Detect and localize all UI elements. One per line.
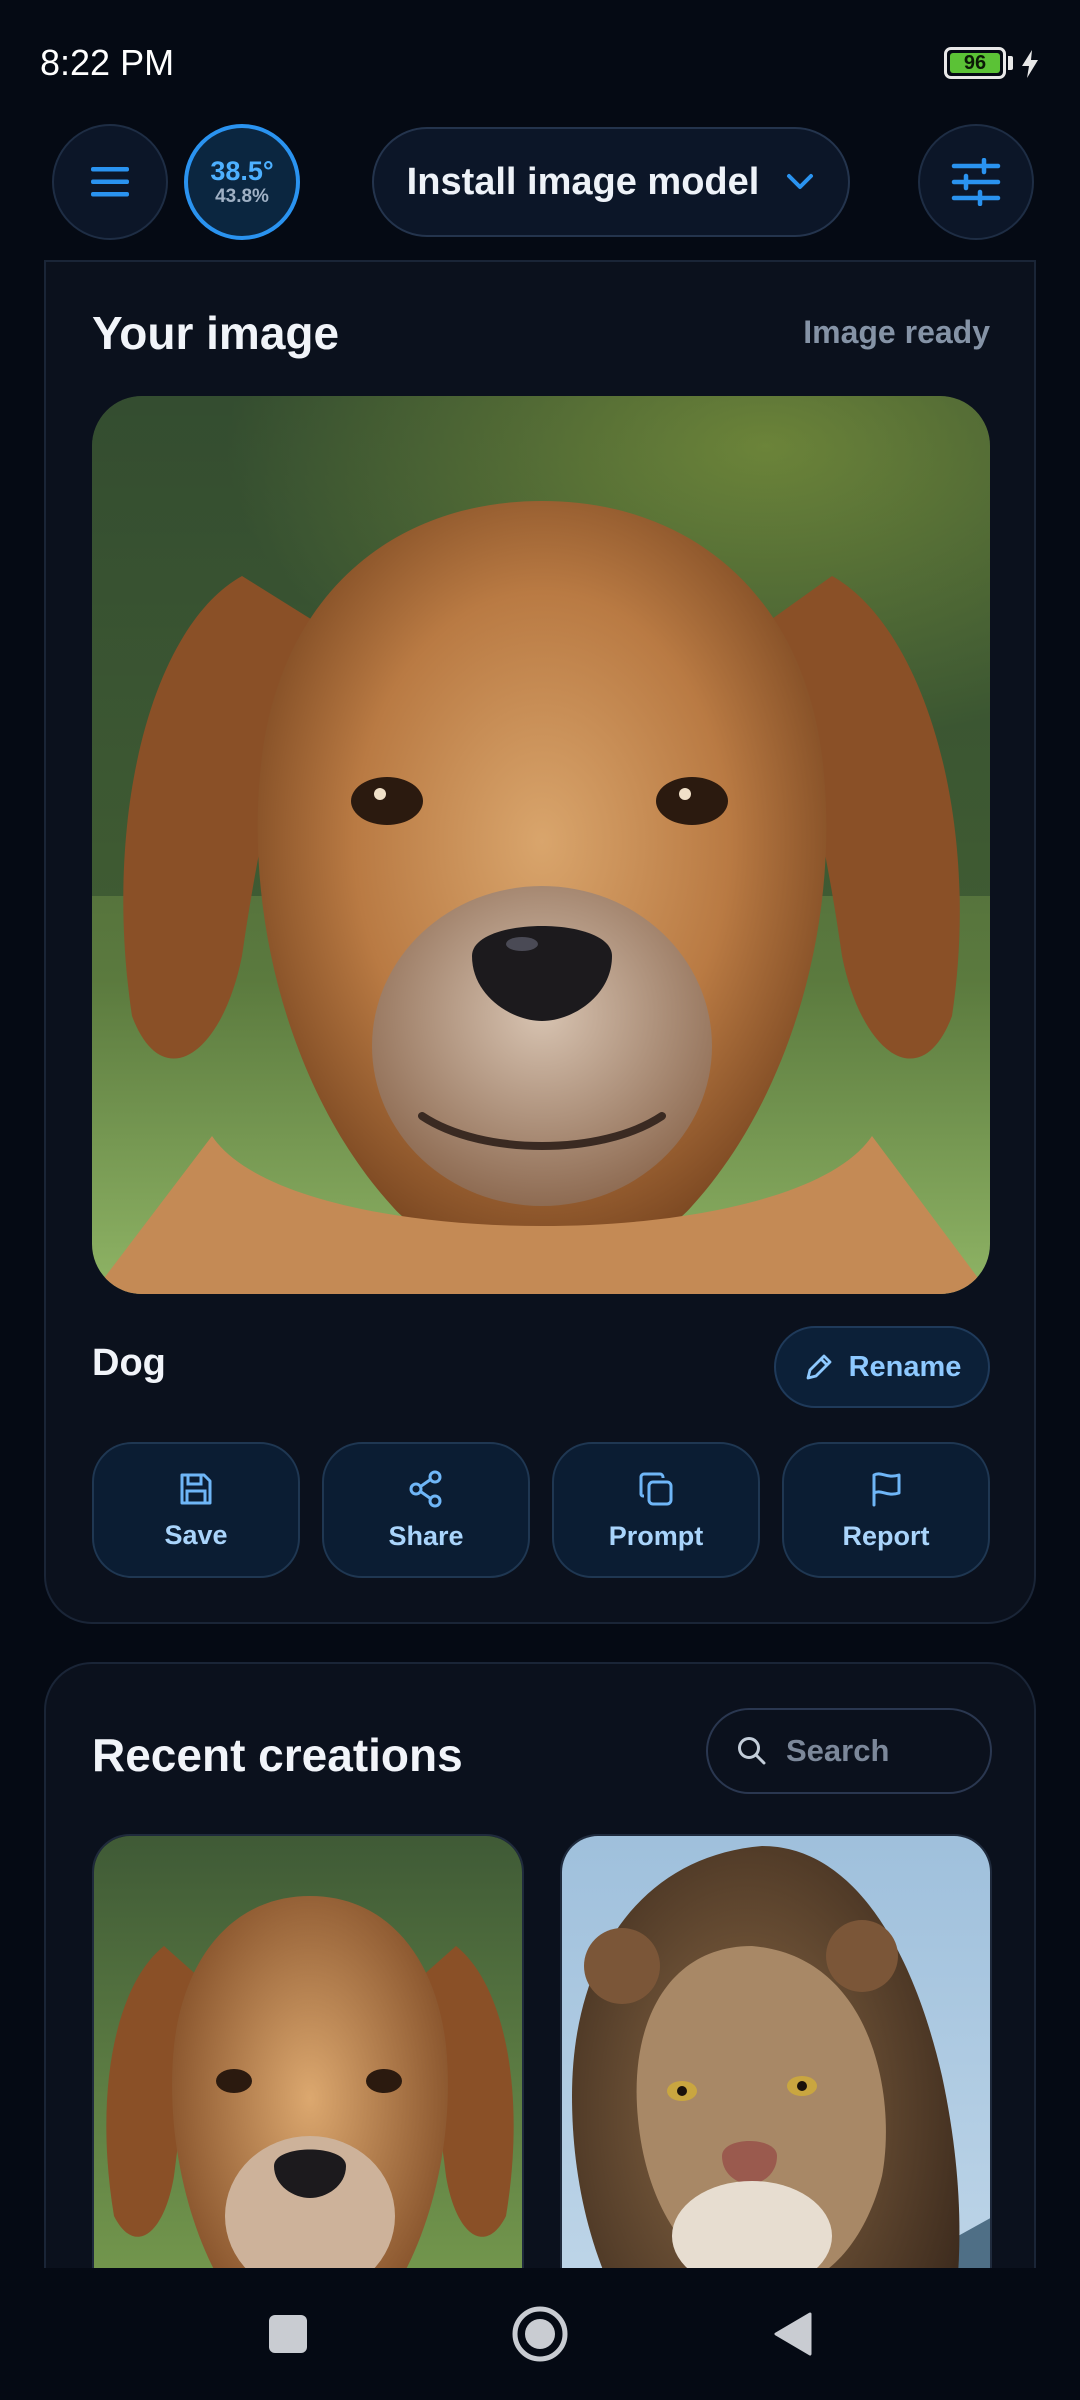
card-title: Your image [92, 307, 340, 359]
recents-button[interactable] [252, 2298, 324, 2370]
image-name: Dog [92, 1342, 166, 1384]
home-button[interactable] [504, 2298, 576, 2370]
home-circle-icon [512, 2306, 568, 2362]
share-label: Share [388, 1520, 464, 1551]
device-temperature-badge[interactable]: 38.5° 43.8% [184, 124, 300, 240]
prompt-label: Prompt [608, 1520, 704, 1551]
status-time: 8:22 PM [40, 42, 175, 83]
back-button[interactable] [756, 2298, 828, 2370]
usage-percent: 43.8% [215, 186, 269, 207]
sliders-icon [951, 158, 1001, 206]
copy-prompt-button[interactable]: Prompt [552, 1442, 760, 1578]
battery-icon: 96 [944, 47, 1006, 79]
back-triangle-icon [774, 2312, 812, 2356]
search-icon [738, 1737, 766, 1765]
share-icon [409, 1470, 442, 1507]
battery-level: 96 [963, 51, 987, 74]
report-button[interactable]: Report [782, 1442, 990, 1578]
chevron-down-icon [787, 174, 814, 189]
generated-dog-image[interactable] [92, 396, 990, 1294]
save-icon [180, 1473, 212, 1504]
copy-icon [639, 1472, 673, 1505]
menu-button[interactable] [52, 124, 168, 240]
menu-icon [91, 167, 129, 197]
app-screen: 8:22 PM 96 38.5° 43.8% Install image mod… [0, 0, 1080, 2400]
square-icon [269, 2315, 307, 2353]
flag-icon [872, 1471, 901, 1506]
search-placeholder: Search [786, 1733, 890, 1768]
rename-label: Rename [848, 1350, 962, 1383]
pencil-icon [806, 1354, 831, 1380]
save-button[interactable]: Save [92, 1442, 300, 1578]
temperature-value: 38.5° [210, 156, 274, 186]
status-bar: 8:22 PM 96 [0, 0, 1080, 120]
generated-image-card: Your image Image ready Dog Rename Save S… [44, 260, 1036, 1624]
rename-button[interactable]: Rename [774, 1326, 990, 1408]
report-label: Report [842, 1520, 930, 1551]
recent-title: Recent creations [92, 1729, 463, 1781]
battery-tip [1008, 56, 1013, 70]
image-status: Image ready [803, 314, 990, 350]
search-input[interactable]: Search [706, 1708, 992, 1794]
share-button[interactable]: Share [322, 1442, 530, 1578]
model-selector-button[interactable]: Install image model [372, 127, 850, 237]
save-label: Save [164, 1519, 228, 1550]
settings-button[interactable] [918, 124, 1034, 240]
model-selector-label: Install image model [406, 160, 760, 203]
charging-icon [1022, 50, 1038, 78]
